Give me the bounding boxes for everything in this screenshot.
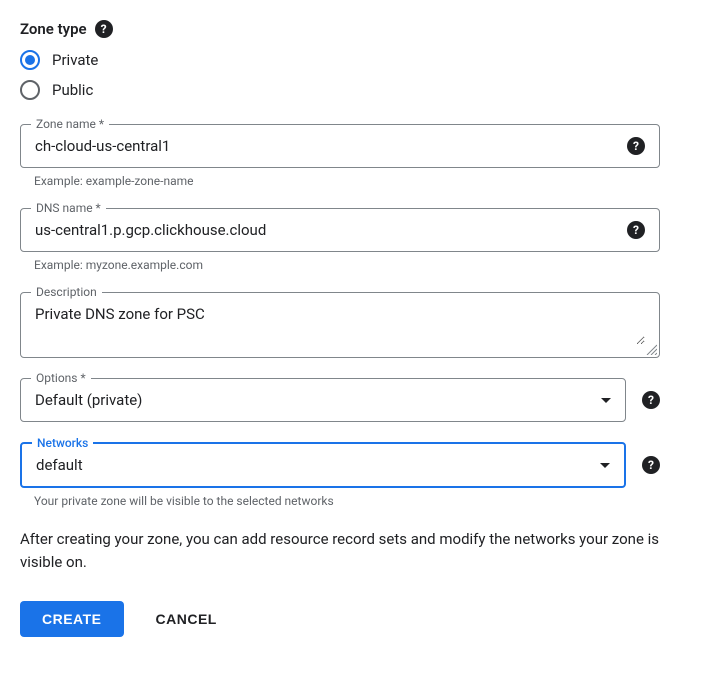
zone-name-field: Zone name * ? [20, 124, 660, 168]
info-text: After creating your zone, you can add re… [20, 528, 700, 573]
options-field-group: Options * Default (private) ? [20, 378, 660, 422]
options-dropdown[interactable]: Options * Default (private) [20, 378, 626, 422]
help-icon[interactable]: ? [95, 20, 113, 38]
zone-type-header: Zone type ? [20, 20, 708, 38]
description-input[interactable] [35, 305, 645, 345]
help-icon[interactable]: ? [642, 391, 660, 409]
chevron-down-icon [600, 463, 610, 468]
zone-name-helper: Example: example-zone-name [34, 174, 660, 188]
radio-label-public: Public [52, 81, 93, 99]
description-label: Description [31, 285, 102, 299]
dns-name-input[interactable] [35, 221, 627, 239]
help-icon[interactable]: ? [627, 221, 645, 239]
help-icon[interactable]: ? [627, 137, 645, 155]
networks-value: default [36, 456, 600, 474]
chevron-down-icon [601, 398, 611, 403]
radio-label-private: Private [52, 51, 98, 69]
networks-helper: Your private zone will be visible to the… [34, 494, 660, 508]
zone-type-radio-group: Private Public [20, 50, 708, 100]
networks-dropdown[interactable]: Networks default [20, 442, 626, 488]
networks-field-group: Networks default ? Your private zone wil… [20, 442, 660, 508]
zone-name-input[interactable] [35, 137, 627, 155]
dns-name-helper: Example: myzone.example.com [34, 258, 660, 272]
dns-name-field: DNS name * ? [20, 208, 660, 252]
radio-button-icon [20, 50, 40, 70]
button-row: CREATE CANCEL [20, 601, 708, 637]
options-value: Default (private) [35, 391, 601, 409]
radio-option-public[interactable]: Public [20, 80, 708, 100]
zone-name-field-group: Zone name * ? Example: example-zone-name [20, 124, 660, 188]
dns-name-label: DNS name * [31, 201, 106, 215]
networks-label: Networks [32, 436, 93, 450]
zone-name-label: Zone name * [31, 117, 109, 131]
radio-option-private[interactable]: Private [20, 50, 708, 70]
description-field: Description [20, 292, 660, 358]
dns-name-field-group: DNS name * ? Example: myzone.example.com [20, 208, 660, 272]
help-icon[interactable]: ? [642, 456, 660, 474]
zone-type-label: Zone type [20, 20, 87, 38]
cancel-button[interactable]: CANCEL [148, 601, 225, 637]
radio-button-icon [20, 80, 40, 100]
options-label: Options * [31, 371, 91, 385]
description-field-group: Description [20, 292, 660, 358]
create-button[interactable]: CREATE [20, 601, 124, 637]
